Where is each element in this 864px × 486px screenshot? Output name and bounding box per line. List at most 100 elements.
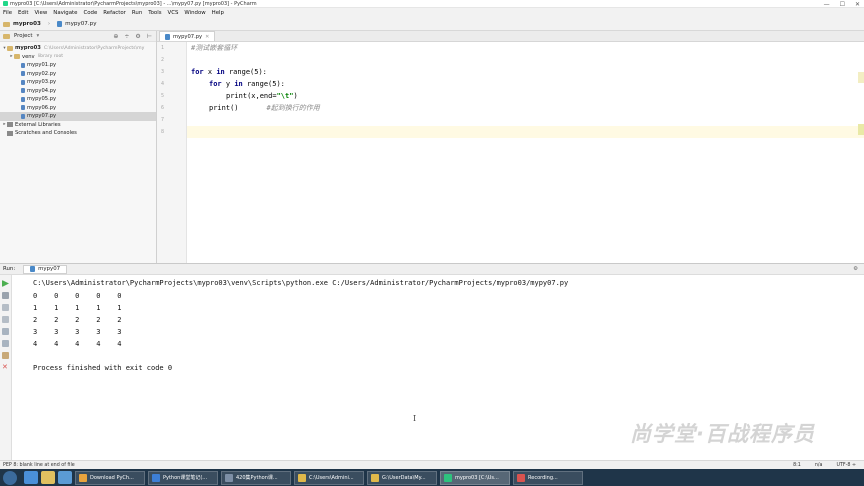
file-encoding[interactable]: UTF-8 ÷ xyxy=(836,463,856,468)
tree-item-file[interactable]: mypy07.py xyxy=(0,112,156,121)
breadcrumb-project[interactable]: mypro03 xyxy=(13,21,41,27)
code-area[interactable]: #测试嵌套循环 for x in range(5): for y in rang… xyxy=(187,42,864,263)
line-number: 1 xyxy=(160,45,164,51)
tree-item-label: mypy03.py xyxy=(27,79,57,86)
menu-file[interactable]: File xyxy=(3,10,12,16)
python-file-icon xyxy=(165,33,170,40)
python-file-icon xyxy=(21,96,25,102)
scrollbar-marker[interactable] xyxy=(858,72,864,83)
code-text: print(x,end= xyxy=(226,92,277,100)
scroll-down-icon[interactable] xyxy=(2,316,9,323)
scroll-up-icon[interactable] xyxy=(2,304,9,311)
menu-view[interactable]: View xyxy=(34,10,47,16)
tree-item-folder[interactable]: Scratches and Consoles xyxy=(0,129,156,138)
menu-vcs[interactable]: VCS xyxy=(168,10,179,16)
python-file-icon xyxy=(21,88,25,94)
line-number: 8 xyxy=(160,129,164,135)
tree-item-hint: library root xyxy=(37,54,64,60)
app-icon[interactable] xyxy=(58,471,72,484)
run-panel-header: Run: mypy07 ⚙ xyxy=(0,264,864,275)
pin-icon[interactable] xyxy=(2,352,9,359)
breadcrumb-file[interactable]: mypy07.py xyxy=(65,21,96,27)
dropdown-icon[interactable]: ▾ xyxy=(36,33,39,39)
line-separator[interactable]: n/a xyxy=(815,463,823,468)
explorer-icon[interactable] xyxy=(41,471,55,484)
task-label: mypro03 [C:\Us... xyxy=(455,474,499,481)
folder-icon xyxy=(14,54,20,60)
code-comment: #测试嵌套循环 xyxy=(191,44,238,52)
menu-run[interactable]: Run xyxy=(132,10,142,16)
tree-item-folder[interactable]: ▸ venv library root xyxy=(0,53,156,62)
taskbar-task[interactable]: Download PyCh... xyxy=(75,470,145,485)
code-text: ) xyxy=(293,92,298,100)
hide-panel-icon[interactable]: ⊢ xyxy=(147,33,152,40)
menu-refactor[interactable]: Refactor xyxy=(103,10,126,16)
tree-item-folder[interactable]: ▾ mypro03 C:\Users\Administrator\PycharmPr… xyxy=(0,44,156,53)
scrollbar-marker[interactable] xyxy=(858,124,864,135)
taskbar-task[interactable]: Python课堂笔记(... xyxy=(148,470,218,485)
menu-window[interactable]: Window xyxy=(184,10,205,16)
tree-item-file[interactable]: mypy02.py xyxy=(0,70,156,79)
menu-help[interactable]: Help xyxy=(212,10,224,16)
menu-tools[interactable]: Tools xyxy=(148,10,161,16)
taskbar-task[interactable]: 420集Python课... xyxy=(221,470,291,485)
tree-item-file[interactable]: mypy06.py xyxy=(0,104,156,113)
line-number: 4 xyxy=(160,81,164,87)
line-number: 3 xyxy=(160,69,164,75)
start-button-icon[interactable] xyxy=(3,470,17,485)
taskbar-tasks: Download PyCh... Python课堂笔记(... 420集Python… xyxy=(75,470,583,485)
current-line-highlight xyxy=(187,126,864,138)
stop-icon[interactable] xyxy=(2,292,9,299)
status-message[interactable]: PEP 8: blank line at end of file xyxy=(3,463,75,468)
task-label: G:\UserData\My... xyxy=(382,474,426,481)
task-label: Python课堂笔记(... xyxy=(163,475,208,481)
run-tab[interactable]: mypy07 xyxy=(23,264,68,274)
project-panel-tools: ⊕ ÷ ⚙ ⊢ xyxy=(113,33,156,40)
console-output-row: 1 1 1 1 1 xyxy=(33,304,122,312)
console-output-row: 4 4 4 4 4 xyxy=(33,340,122,348)
editor-tab-mypy07[interactable]: mypy07.py ✕ xyxy=(159,31,216,41)
folder-icon xyxy=(7,45,13,51)
tree-item-label: mypy01.py xyxy=(27,62,57,69)
soft-wrap-icon[interactable] xyxy=(2,328,9,335)
task-app-icon xyxy=(371,473,379,482)
ie-icon[interactable] xyxy=(24,471,38,484)
taskbar-task[interactable]: G:\UserData\My... xyxy=(367,470,437,485)
close-icon[interactable]: ✕ xyxy=(2,364,9,371)
code-text: range(5): xyxy=(224,68,267,76)
close-tab-icon[interactable]: ✕ xyxy=(205,34,209,40)
tree-item-label: mypro03 xyxy=(15,45,41,52)
tree-item-file[interactable]: mypy01.py xyxy=(0,61,156,70)
print-icon[interactable] xyxy=(2,340,9,347)
menu-bar: File Edit View Navigate Code Refactor Ru… xyxy=(0,8,864,18)
tree-item-file[interactable]: mypy05.py xyxy=(0,95,156,104)
minimize-icon[interactable]: — xyxy=(824,1,830,8)
navigation-bar: mypro03 › mypy07.py xyxy=(0,18,864,31)
close-icon[interactable]: ✕ xyxy=(855,1,860,8)
task-app-icon xyxy=(225,473,233,482)
gear-icon[interactable]: ⚙ xyxy=(853,266,858,272)
code-line-1: #测试嵌套循环 xyxy=(191,42,237,54)
menu-navigate[interactable]: Navigate xyxy=(53,10,77,16)
collapse-icon[interactable]: ÷ xyxy=(124,33,129,40)
project-panel-title[interactable]: Project xyxy=(14,33,32,39)
taskbar-task[interactable]: C:\Users\Admini... xyxy=(294,470,364,485)
maximize-icon[interactable]: ☐ xyxy=(840,1,845,8)
rerun-icon[interactable] xyxy=(2,280,9,287)
taskbar-task[interactable]: Recording... xyxy=(513,470,583,485)
taskbar-task[interactable]: mypro03 [C:\Us... xyxy=(440,470,510,485)
python-file-icon xyxy=(21,79,25,85)
tree-item-file[interactable]: mypy04.py xyxy=(0,87,156,96)
gear-icon[interactable]: ⚙ xyxy=(135,33,140,40)
task-label: C:\Users\Admini... xyxy=(309,474,354,481)
task-app-icon xyxy=(444,473,452,482)
target-icon[interactable]: ⊕ xyxy=(113,33,118,40)
status-bar: PEP 8: blank line at end of file 8:1 n/a… xyxy=(0,460,864,469)
watermark: 尚学堂·百战程序员 xyxy=(630,422,815,446)
menu-edit[interactable]: Edit xyxy=(18,10,28,16)
tree-item-folder[interactable]: ▸ External Libraries xyxy=(0,121,156,130)
menu-code[interactable]: Code xyxy=(83,10,97,16)
tree-item-file[interactable]: mypy03.py xyxy=(0,78,156,87)
console-exit-message: Process finished with exit code 0 xyxy=(33,364,173,372)
caret-position[interactable]: 8:1 xyxy=(793,463,801,468)
